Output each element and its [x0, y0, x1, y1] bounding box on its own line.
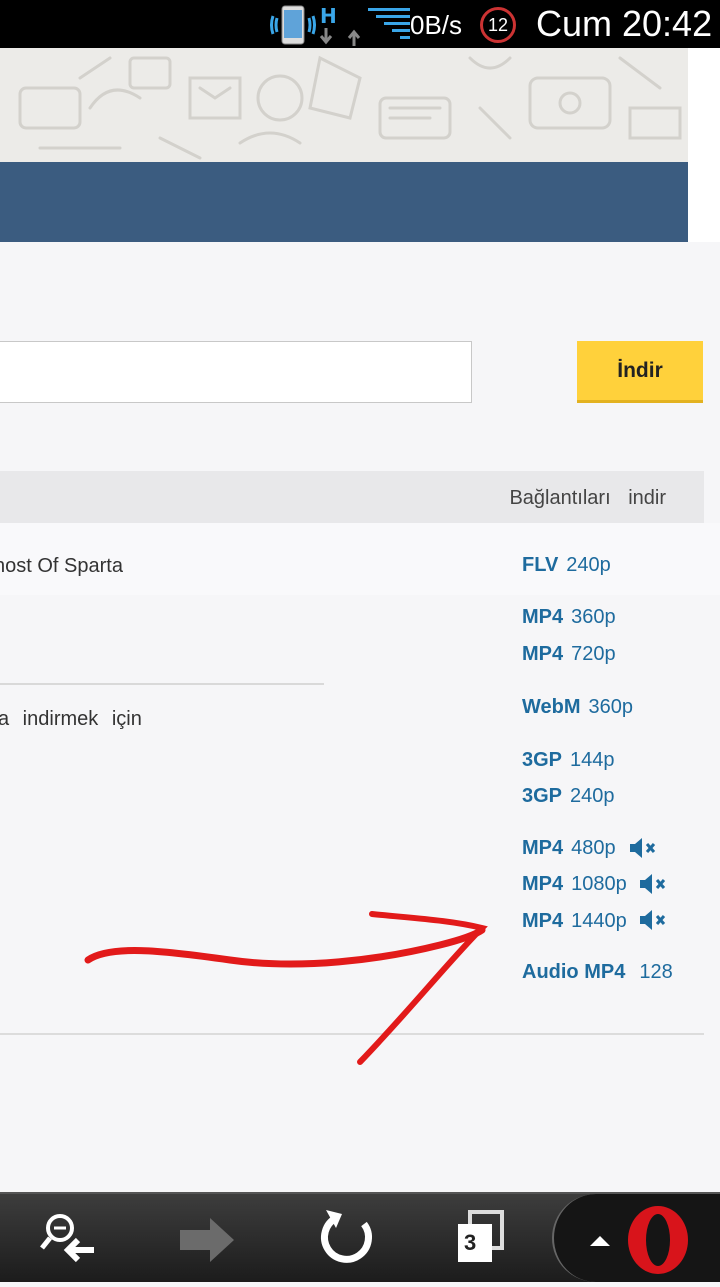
download-link-webm-360p[interactable]: WebM 360p: [522, 696, 633, 719]
tab-count: 3: [464, 1230, 477, 1255]
format-label: MP4: [522, 873, 564, 895]
no-audio-icon: [640, 910, 666, 930]
divider: [0, 683, 324, 685]
opera-menu-button[interactable]: [552, 1194, 720, 1282]
download-link-flv-240p[interactable]: FLV 240p: [522, 554, 611, 577]
quality-label: 360p: [571, 606, 616, 628]
format-label: MP4: [522, 837, 564, 859]
divider: [0, 1033, 704, 1035]
video-title: host Of Sparta: [0, 555, 123, 577]
quality-label: 1080p: [571, 873, 627, 895]
opera-logo-icon: [590, 1206, 688, 1274]
signal-strength-icon: [368, 8, 410, 39]
network-speed: 0B/s: [410, 10, 463, 40]
tabs-button[interactable]: 3: [452, 1194, 512, 1282]
quality-label: 480p: [571, 837, 616, 859]
quality-label: 360p: [588, 696, 634, 718]
format-label: WebM: [522, 696, 581, 718]
description-text: a indirmek için: [0, 708, 142, 730]
doodle-pattern-image: [18, 55, 682, 160]
format-label: MP4: [522, 606, 564, 628]
format-label: FLV: [522, 554, 559, 576]
quality-label: 128: [639, 961, 673, 983]
download-link-mp4-480p[interactable]: MP4 480p: [522, 837, 616, 860]
download-links-header: Bağlantıları indir: [509, 487, 666, 509]
no-audio-icon: [640, 874, 666, 894]
format-label: MP4: [522, 643, 564, 665]
download-link-3gp-144p[interactable]: 3GP 144p: [522, 749, 615, 772]
browser-toolbar: 3: [0, 1192, 720, 1282]
download-submit-button[interactable]: İndir: [577, 341, 703, 403]
header-right-edge: [688, 48, 720, 242]
download-link-audio-mp4-128[interactable]: Audio MP4 128: [522, 961, 673, 984]
data-activity-icon: [319, 28, 361, 46]
format-label: 3GP: [522, 749, 563, 771]
notification-badge: 12: [480, 7, 516, 43]
forward-arrow-icon[interactable]: [172, 1194, 242, 1282]
no-audio-icon: [630, 838, 656, 858]
table-header: Bağlantıları indir: [0, 471, 704, 523]
quality-label: 240p: [566, 554, 611, 576]
header-pattern-banner: [0, 48, 688, 162]
status-bar: H 0B/s 12 Cum 20:42: [0, 0, 720, 48]
zoom-back-icon[interactable]: [36, 1194, 106, 1282]
download-link-mp4-1080p[interactable]: MP4 1080p: [522, 873, 627, 896]
format-label: Audio MP4: [522, 961, 626, 983]
network-type-label: H: [320, 4, 337, 28]
quality-label: 720p: [571, 643, 616, 665]
vibrate-phone-icon: [270, 5, 316, 45]
header-nav-band: [0, 162, 688, 242]
tabs-icon: [458, 1210, 504, 1262]
download-link-mp4-360p[interactable]: MP4 360p: [522, 606, 616, 629]
quality-label: 240p: [570, 785, 615, 807]
download-link-mp4-720p[interactable]: MP4 720p: [522, 643, 616, 666]
clock: Cum 20:42: [536, 3, 713, 44]
quality-label: 1440p: [571, 910, 627, 932]
video-url-input[interactable]: [0, 341, 472, 403]
download-link-mp4-1440p[interactable]: MP4 1440p: [522, 910, 627, 933]
quality-label: 144p: [570, 749, 615, 771]
download-link-3gp-240p[interactable]: 3GP 240p: [522, 785, 615, 808]
format-label: 3GP: [522, 785, 563, 807]
reload-icon[interactable]: [312, 1194, 382, 1282]
format-label: MP4: [522, 910, 564, 932]
